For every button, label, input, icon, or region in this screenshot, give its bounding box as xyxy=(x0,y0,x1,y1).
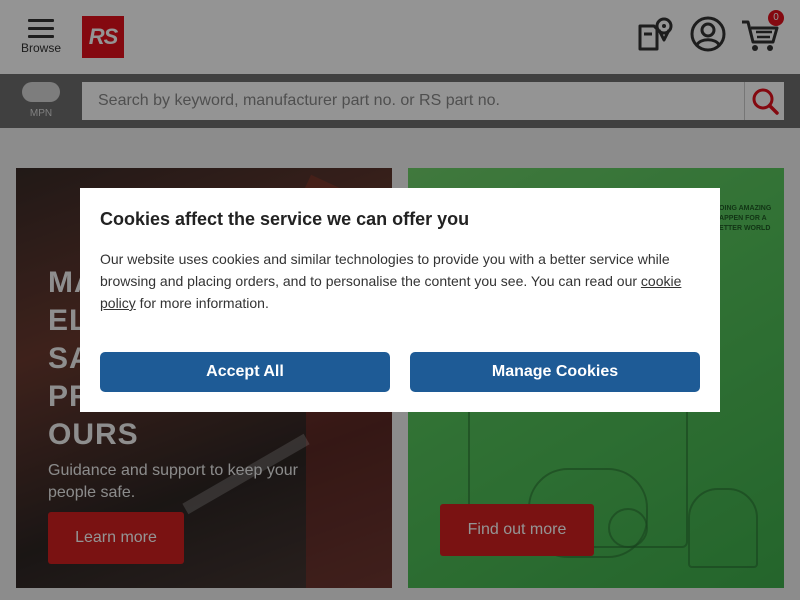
dialog-title: Cookies affect the service we can offer … xyxy=(100,209,470,229)
dialog-body: Our website uses cookies and similar tec… xyxy=(100,248,700,314)
dialog-body-text-end: for more information. xyxy=(135,295,269,311)
manage-cookies-button[interactable]: Manage Cookies xyxy=(410,352,700,392)
accept-all-button[interactable]: Accept All xyxy=(100,352,390,392)
dialog-body-text: Our website uses cookies and similar tec… xyxy=(100,251,670,289)
cookie-consent-dialog: Cookies affect the service we can offer … xyxy=(80,188,720,412)
